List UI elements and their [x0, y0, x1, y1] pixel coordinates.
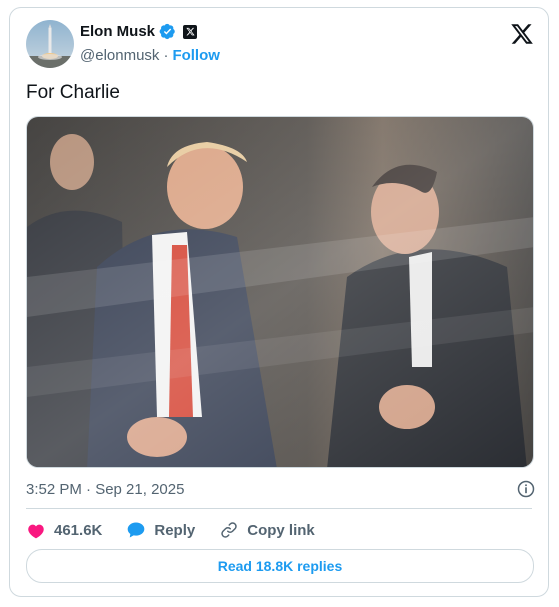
divider [26, 508, 532, 509]
tweet-timestamp[interactable]: 3:52 PM · Sep 21, 2025 [26, 481, 184, 498]
follow-button[interactable]: Follow [172, 47, 220, 64]
reply-button[interactable]: Reply [126, 520, 195, 540]
x-logo-icon[interactable] [510, 22, 534, 46]
heart-icon [28, 524, 44, 539]
author-handle-row: @elonmusk · Follow [80, 47, 220, 64]
info-icon[interactable] [516, 479, 536, 499]
verified-badge-icon [159, 23, 175, 40]
author-handle[interactable]: @elonmusk [80, 47, 159, 64]
reply-bubble-icon [128, 522, 145, 538]
embedded-tweet-card: Elon Musk @elonmusk · Follow For Charlie [9, 7, 549, 597]
tweet-photo[interactable] [26, 116, 534, 468]
author-name[interactable]: Elon Musk [80, 23, 155, 40]
like-button[interactable]: 461.6K [26, 520, 102, 540]
copy-link-button[interactable]: Copy link [219, 520, 315, 540]
link-icon [221, 522, 237, 538]
like-count: 461.6K [54, 521, 103, 539]
read-replies-button[interactable]: Read 18.8K replies [26, 549, 534, 583]
copy-link-label: Copy link [247, 521, 315, 539]
author-avatar[interactable] [26, 20, 74, 68]
handle-separator: · [163, 47, 169, 64]
action-bar: 461.6K Reply Copy link [26, 517, 339, 543]
tweet-text: For Charlie [26, 82, 120, 103]
x-affiliate-badge-icon [183, 24, 198, 39]
reply-label: Reply [154, 521, 196, 539]
author-name-row: Elon Musk [80, 23, 198, 40]
